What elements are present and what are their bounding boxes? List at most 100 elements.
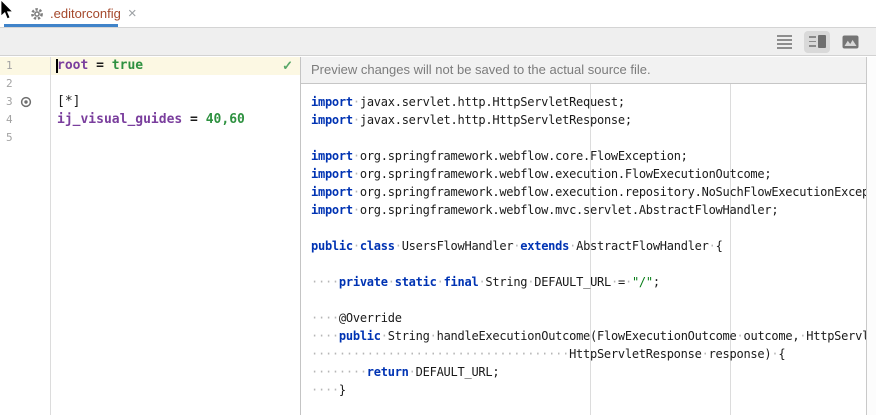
code-segment: · — [353, 185, 360, 199]
list-lines-icon — [777, 35, 792, 49]
editorconfig-gear-icon — [30, 7, 44, 21]
code-segment: HttpServletRequest — [806, 329, 866, 343]
code-segment: import — [311, 95, 353, 109]
eye-icon[interactable] — [20, 96, 32, 108]
code-segment: org.springframework.webflow.mvc.servlet.… — [360, 203, 778, 217]
code-segment: String — [388, 329, 430, 343]
code-segment: import — [311, 203, 353, 217]
editor-line-text: [*] — [50, 93, 80, 111]
code-segment: AbstractFlowHandler — [576, 239, 709, 253]
code-segment: javax.servlet.http.HttpServletRequest; — [360, 95, 625, 109]
preview-pane: Preview changes will not be saved to the… — [300, 57, 866, 415]
code-segment: ; — [653, 275, 660, 289]
line-number: 2 — [0, 75, 50, 93]
code-line — [311, 129, 866, 147]
code-segment: { — [778, 347, 785, 361]
code-segment: [*] — [57, 94, 80, 109]
split-view-icon — [809, 35, 826, 48]
code-line — [311, 219, 866, 237]
code-segment: · — [709, 239, 716, 253]
tab-title: .editorconfig — [50, 6, 121, 21]
mouse-cursor — [0, 0, 14, 20]
inspection-check-icon[interactable]: ✓ — [282, 57, 293, 75]
code-line: ·····································Htt… — [311, 345, 866, 363]
code-segment: ···· — [311, 311, 339, 325]
code-line: import·javax.servlet.http.HttpServletReq… — [311, 93, 866, 111]
code-segment: · — [353, 113, 360, 127]
active-tab-indicator — [4, 24, 118, 27]
code-lines: import·javax.servlet.http.HttpServletReq… — [311, 93, 866, 399]
editor-line-text — [50, 75, 57, 93]
code-segment: DEFAULT_URL; — [416, 365, 500, 379]
code-segment: { — [716, 239, 723, 253]
editor-rows: 1root = true ✓ 23[*]4ij_visual_guides = 40… — [0, 57, 300, 147]
code-segment: = — [182, 112, 205, 127]
code-segment: ···· — [311, 275, 339, 289]
code-segment: · — [381, 329, 388, 343]
tab-close-icon[interactable]: × — [128, 6, 137, 21]
code-segment: response) — [709, 347, 772, 361]
code-segment: UsersFlowHandler — [402, 239, 514, 253]
editor-line[interactable]: 3[*] — [0, 93, 300, 111]
tab-editorconfig[interactable]: .editorconfig × — [0, 0, 137, 27]
code-segment: final — [444, 275, 479, 289]
editor-line[interactable]: 2 — [0, 75, 300, 93]
scrollbar-track[interactable] — [866, 57, 876, 415]
image-preview-icon — [842, 35, 859, 49]
code-line: import·org.springframework.webflow.execu… — [311, 165, 866, 183]
code-line: ····private·static·final·String·DEFAULT_… — [311, 273, 866, 291]
editor-line-text: root = true — [50, 57, 143, 75]
code-segment: private — [339, 275, 388, 289]
code-segment: = — [88, 58, 111, 73]
editor-line[interactable]: 5 — [0, 129, 300, 147]
code-segment: · — [353, 239, 360, 253]
tab-bar: .editorconfig × — [0, 0, 876, 28]
code-segment: ···· — [311, 329, 339, 343]
code-segment: return — [367, 365, 409, 379]
code-segment: · — [353, 95, 360, 109]
code-line — [311, 291, 866, 309]
code-segment: static — [395, 275, 437, 289]
code-segment: String — [485, 275, 527, 289]
view-mode-split-button[interactable] — [804, 31, 830, 53]
code-segment: ········ — [311, 365, 367, 379]
preview-toolbar — [0, 28, 876, 56]
ide-window: .editorconfig × 1root = true✓23[*]4ij_ — [0, 0, 876, 415]
text-caret — [56, 59, 58, 73]
view-mode-preview-button[interactable] — [837, 31, 863, 53]
editor-line[interactable]: 1root = true ✓ — [0, 57, 300, 75]
editor-line[interactable]: 4ij_visual_guides = 40,60 — [0, 111, 300, 129]
code-segment: org.springframework.webflow.execution.Fl… — [360, 167, 772, 181]
code-segment: · — [625, 275, 632, 289]
code-line — [311, 255, 866, 273]
code-segment: import — [311, 185, 353, 199]
code-segment: · — [353, 149, 360, 163]
line-number: 5 — [0, 129, 50, 147]
code-segment: · — [702, 347, 709, 361]
code-line: ····} — [311, 381, 866, 399]
editorconfig-editor-pane[interactable]: 1root = true ✓ 23[*]4ij_visual_guides = 40… — [0, 57, 300, 415]
code-segment: · — [395, 239, 402, 253]
code-segment: · — [611, 275, 618, 289]
code-segment: import — [311, 167, 353, 181]
line-number: 4 — [0, 111, 50, 129]
code-segment: org.springframework.webflow.core.FlowExc… — [360, 149, 688, 163]
code-segment: @Override — [339, 311, 402, 325]
code-line: ········return·DEFAULT_URL; — [311, 363, 866, 381]
code-line: import·org.springframework.webflow.mvc.s… — [311, 201, 866, 219]
code-segment: HttpServletResponse — [569, 347, 702, 361]
view-mode-editor-button[interactable] — [771, 31, 797, 53]
preview-banner: Preview changes will not be saved to the… — [301, 57, 866, 84]
gutter-separator — [50, 57, 51, 415]
editor-area: 1root = true ✓ 23[*]4ij_visual_guides = 40… — [0, 57, 876, 415]
code-line: ····@Override — [311, 309, 866, 327]
line-number: 1 — [0, 57, 50, 75]
code-segment: · — [737, 329, 744, 343]
code-segment: public — [339, 329, 381, 343]
code-segment: handleExecutionOutcome(FlowExecutionOutc… — [437, 329, 737, 343]
code-segment: import — [311, 113, 353, 127]
code-segment: ···· — [311, 383, 339, 397]
code-segment: org.springframework.webflow.execution.re… — [360, 185, 866, 199]
code-segment: 40,60 — [206, 112, 245, 127]
editor-line-text — [50, 129, 57, 147]
